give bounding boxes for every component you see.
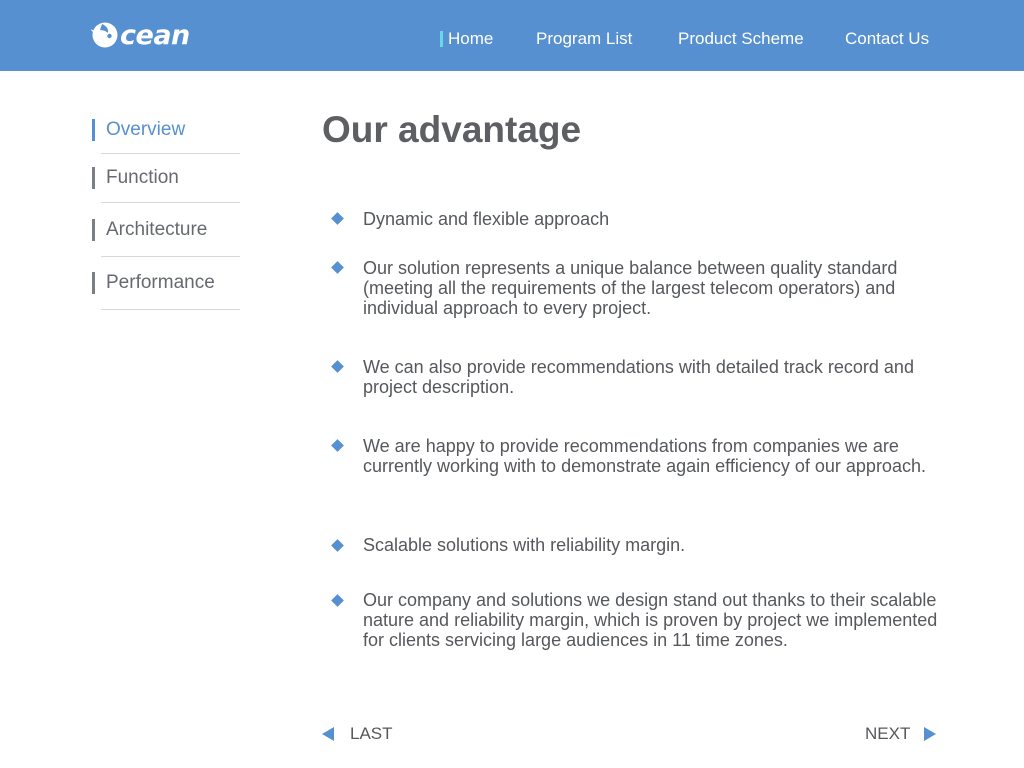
sidebar-marker <box>92 272 95 294</box>
sidebar-item-label: Performance <box>106 272 215 293</box>
list-item: Our company and solutions we design stan… <box>363 590 938 650</box>
logo-text: cean <box>120 19 190 51</box>
diamond-bullet-icon <box>331 360 344 373</box>
diamond-bullet-icon <box>331 212 344 225</box>
sidebar-divider <box>101 153 240 154</box>
sidebar-marker <box>92 119 95 141</box>
arrow-left-icon <box>322 727 334 741</box>
top-header: cean Home Program List Product Scheme Co… <box>0 0 1024 71</box>
logo[interactable]: cean <box>91 18 190 52</box>
sidebar-divider <box>101 202 240 203</box>
list-item: We are happy to provide recommendations … <box>363 436 926 476</box>
sidebar-divider <box>101 309 240 310</box>
list-item: Scalable solutions with reliability marg… <box>363 535 686 555</box>
nav-item-home[interactable]: Home <box>440 28 494 50</box>
diamond-bullet-icon <box>331 261 344 274</box>
sidebar-item-label: Overview <box>106 119 186 140</box>
nav-item-label: Contact Us <box>845 29 930 48</box>
list-item: We can also provide recommendations with… <box>363 357 914 397</box>
arrow-right-icon <box>924 727 937 741</box>
nav-item-contact-us[interactable]: Contact Us <box>845 28 929 50</box>
sidebar-marker <box>92 219 95 241</box>
sidebar-divider <box>101 256 240 257</box>
page: cean Home Program List Product Scheme Co… <box>0 0 1024 768</box>
nav-item-program-list[interactable]: Program List <box>536 28 632 50</box>
list-item: Dynamic and flexible approach <box>363 209 610 229</box>
next-label: NEXT <box>865 724 911 743</box>
logo-mark-icon <box>91 22 118 48</box>
nav-active-marker <box>440 31 443 47</box>
nav-item-product-scheme[interactable]: Product Scheme <box>678 28 804 50</box>
nav-item-label: Home <box>448 29 494 48</box>
list-item: Our solution represents a unique balance… <box>363 258 898 318</box>
prev-button[interactable]: LAST <box>322 724 393 744</box>
next-button[interactable]: NEXT <box>865 724 937 744</box>
nav-item-label: Product Scheme <box>678 29 804 48</box>
diamond-bullet-icon <box>331 439 344 452</box>
diamond-bullet-icon <box>331 594 344 607</box>
sidebar-marker <box>92 167 95 189</box>
page-title: Our advantage <box>322 109 582 150</box>
prev-label: LAST <box>350 724 393 743</box>
nav-item-label: Program List <box>536 29 633 48</box>
sidebar-item-label: Function <box>106 167 179 188</box>
sidebar-item-label: Architecture <box>106 219 208 240</box>
diamond-bullet-icon <box>331 539 344 552</box>
